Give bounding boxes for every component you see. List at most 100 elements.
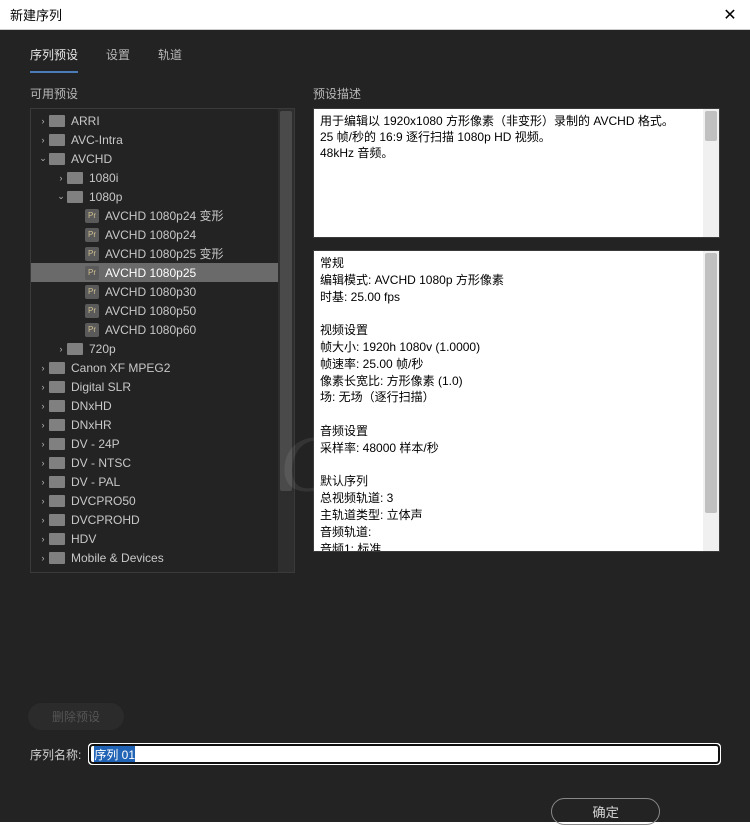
preset-icon: Pr [85,209,99,223]
tree-folder[interactable]: › 1080i [31,168,294,187]
tree-folder[interactable]: ⌄ AVCHD [31,149,294,168]
tree-folder[interactable]: › AVC-Intra [31,130,294,149]
tree-folder[interactable]: › 720p [31,339,294,358]
folder-icon [49,495,65,507]
tree-item-label: AVCHD 1080p50 [105,304,196,318]
preset-icon: Pr [85,323,99,337]
tree-item-label: 1080p [89,190,122,204]
tree-item-label: Mobile & Devices [71,551,164,565]
tree-folder[interactable]: ›Canon XF MPEG2 [31,358,294,377]
chevron-right-icon[interactable]: › [37,534,49,544]
folder-icon [49,134,65,146]
chevron-right-icon[interactable]: › [37,439,49,449]
folder-icon [49,552,65,564]
tree-folder[interactable]: › DNxHR [31,415,294,434]
scrollbar[interactable] [703,251,719,551]
tree-folder[interactable]: ⌄ 1080p [31,187,294,206]
tree-folder[interactable]: › Mobile & Devices [31,548,294,567]
chevron-down-icon[interactable]: ⌄ [37,153,49,164]
sequence-name-label: 序列名称: [30,746,81,763]
folder-icon [49,476,65,488]
tree-preset[interactable]: PrAVCHD 1080p25 变形 [31,244,294,263]
tree-folder[interactable]: › ARRI [31,111,294,130]
scrollbar[interactable] [703,109,719,237]
tree-item-label: HDV [71,532,96,546]
tree-folder[interactable]: › DNxHD [31,396,294,415]
chevron-right-icon[interactable]: › [37,382,49,392]
tree-item-label: AVCHD 1080p25 [105,266,196,280]
folder-icon [49,533,65,545]
folder-icon [49,419,65,431]
chevron-down-icon[interactable]: ⌄ [55,191,67,202]
chevron-right-icon[interactable]: › [37,553,49,563]
preset-icon: Pr [85,228,99,242]
tree-item-label: DVCPROHD [71,513,140,527]
delete-preset-button: 删除预设 [28,703,124,730]
window-title: 新建序列 [10,5,720,24]
tree-item-label: ARRI [71,114,100,128]
folder-icon [49,438,65,450]
folder-icon [49,115,65,127]
close-icon[interactable]: ✕ [720,5,740,25]
folder-icon [49,381,65,393]
folder-icon [49,153,65,165]
tree-preset[interactable]: Pr AVCHD 1080p50 [31,301,294,320]
tree-item-label: AVCHD 1080p30 [105,285,196,299]
chevron-right-icon[interactable]: › [37,477,49,487]
tree-folder[interactable]: › DVCPRO50 [31,491,294,510]
tree-folder[interactable]: › HDV [31,529,294,548]
folder-icon [67,172,83,184]
chevron-right-icon[interactable]: › [37,363,49,373]
tree-item-label: 720p [89,342,116,356]
tree-item-label: DVCPRO50 [71,494,136,508]
tree-preset[interactable]: Pr AVCHD 1080p60 [31,320,294,339]
tab-sequence-presets[interactable]: 序列预设 [30,42,78,73]
folder-icon [49,362,65,374]
chevron-right-icon[interactable]: › [37,116,49,126]
tree-preset[interactable]: PrAVCHD 1080p25 [31,263,294,282]
tree-item-label: 1080i [89,171,118,185]
tree-folder[interactable]: › Digital SLR [31,377,294,396]
ok-button[interactable]: 确定 [551,798,660,825]
tree-item-label: DNxHR [71,418,112,432]
tree-item-label: AVCHD 1080p24 [105,228,196,242]
preset-description-box: 用于编辑以 1920x1080 方形像素（非变形）录制的 AVCHD 格式。25… [313,108,720,238]
chevron-right-icon[interactable]: › [55,173,67,183]
chevron-right-icon[interactable]: › [37,458,49,468]
preset-description-label: 预设描述 [313,85,720,102]
tree-folder[interactable]: ›DV - NTSC [31,453,294,472]
folder-icon [49,400,65,412]
tree-item-label: DNxHD [71,399,112,413]
folder-icon [49,457,65,469]
tree-item-label: AVC-Intra [71,133,123,147]
tree-item-label: Digital SLR [71,380,131,394]
preset-detail-box: 常规编辑模式: AVCHD 1080p 方形像素时基: 25.00 fps视频设… [313,250,720,552]
chevron-right-icon[interactable]: › [37,401,49,411]
tree-item-label: AVCHD [71,152,112,166]
tree-preset[interactable]: Pr AVCHD 1080p24 变形 [31,206,294,225]
tree-item-label: AVCHD 1080p60 [105,323,196,337]
tree-item-label: DV - 24P [71,437,120,451]
tree-folder[interactable]: ›DV - PAL [31,472,294,491]
available-presets-label: 可用预设 [30,85,295,102]
scrollbar[interactable] [278,109,294,572]
tree-folder[interactable]: › DV - 24P [31,434,294,453]
preset-icon: Pr [85,285,99,299]
preset-icon: Pr [85,304,99,318]
chevron-right-icon[interactable]: › [37,496,49,506]
folder-icon [67,343,83,355]
tree-folder[interactable]: › DVCPROHD [31,510,294,529]
folder-icon [49,514,65,526]
chevron-right-icon[interactable]: › [37,135,49,145]
chevron-right-icon[interactable]: › [55,344,67,354]
chevron-right-icon[interactable]: › [37,420,49,430]
tab-tracks[interactable]: 轨道 [158,42,182,73]
chevron-right-icon[interactable]: › [37,515,49,525]
tree-preset[interactable]: Pr AVCHD 1080p30 [31,282,294,301]
sequence-name-input[interactable] [89,744,720,764]
tree-item-label: AVCHD 1080p25 变形 [105,245,224,262]
tree-preset[interactable]: Pr AVCHD 1080p24 [31,225,294,244]
tab-settings[interactable]: 设置 [106,42,130,73]
preset-tree[interactable]: ›ARRI›AVC-Intra⌄AVCHD›1080i⌄1080pPrAVCHD… [30,108,295,573]
tree-item-label: AVCHD 1080p24 变形 [105,207,224,224]
